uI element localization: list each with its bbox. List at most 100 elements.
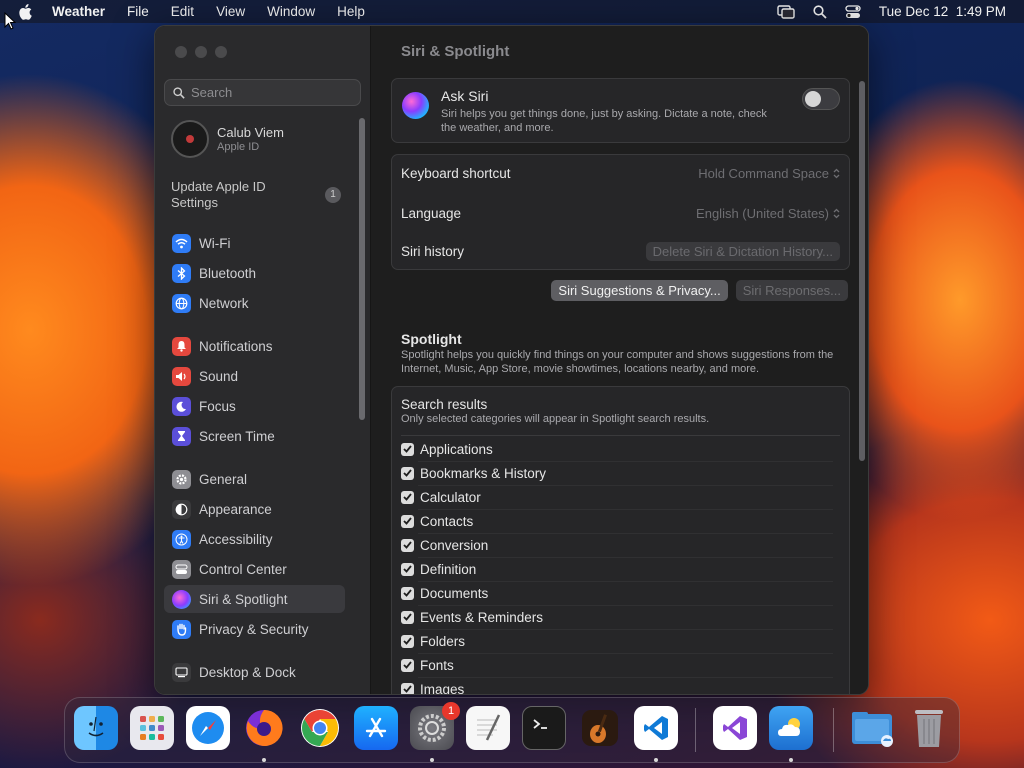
spotlight-category-checkbox[interactable]: Contacts bbox=[401, 511, 473, 531]
avatar bbox=[171, 120, 209, 158]
trash-icon[interactable] bbox=[907, 706, 951, 750]
control-center-menu-icon[interactable] bbox=[845, 4, 861, 19]
firefox-icon[interactable] bbox=[242, 706, 286, 750]
finder-icon[interactable] bbox=[74, 706, 118, 750]
delete-siri-history-button[interactable]: Delete Siri & Dictation History... bbox=[645, 241, 840, 261]
spotlight-category-checkbox[interactable]: Images bbox=[401, 679, 464, 694]
minimize-window-button[interactable] bbox=[195, 46, 207, 58]
spotlight-category-checkbox[interactable]: Bookmarks & History bbox=[401, 463, 546, 483]
checkbox-checkmark-icon[interactable] bbox=[401, 634, 414, 648]
menu-clock[interactable]: Tue Dec 12 1:49 PM bbox=[879, 4, 1006, 19]
sidebar-item-privacy-security[interactable]: Privacy & Security bbox=[164, 615, 345, 643]
checkbox-checkmark-icon[interactable] bbox=[401, 538, 414, 552]
network-icon bbox=[172, 293, 191, 313]
sidebar-search-field[interactable]: Search bbox=[164, 79, 361, 106]
spotlight-category-checkbox[interactable]: Fonts bbox=[401, 655, 454, 675]
close-window-button[interactable] bbox=[175, 46, 187, 58]
menu-view[interactable]: View bbox=[216, 4, 245, 19]
spotlight-search-icon[interactable] bbox=[813, 4, 827, 19]
launchpad-icon[interactable] bbox=[130, 706, 174, 750]
garageband-icon[interactable] bbox=[578, 706, 622, 750]
content-pane: Siri & Spotlight Ask Siri Siri helps you… bbox=[372, 26, 868, 694]
moon-icon bbox=[172, 396, 191, 416]
sidebar-item-general[interactable]: General bbox=[164, 465, 345, 493]
checkbox-checkmark-icon[interactable] bbox=[401, 562, 414, 576]
checkbox-checkmark-icon[interactable] bbox=[401, 610, 414, 624]
sidebar-item-sound[interactable]: Sound bbox=[164, 362, 345, 390]
keyboard-shortcut-label: Keyboard shortcut bbox=[401, 165, 511, 181]
keyboard-shortcut-select[interactable]: Hold Command Space bbox=[698, 166, 840, 181]
siri-responses-button[interactable]: Siri Responses... bbox=[735, 280, 848, 301]
terminal-icon[interactable] bbox=[522, 706, 566, 750]
sidebar-item-wifi[interactable]: Wi-Fi bbox=[164, 229, 345, 257]
sidebar-item-label: Accessibility bbox=[199, 531, 273, 547]
ask-siri-title: Ask Siri bbox=[441, 88, 489, 104]
sidebar-item-label: Privacy & Security bbox=[199, 621, 309, 637]
sidebar-item-network[interactable]: Network bbox=[164, 289, 345, 317]
checkbox-checkmark-icon[interactable] bbox=[401, 658, 414, 672]
system-settings-icon[interactable]: 1 bbox=[410, 702, 460, 750]
running-indicator bbox=[654, 758, 658, 762]
checkbox-checkmark-icon[interactable] bbox=[401, 490, 414, 504]
menu-edit[interactable]: Edit bbox=[171, 4, 194, 19]
menu-window[interactable]: Window bbox=[267, 4, 315, 19]
divider bbox=[418, 653, 833, 654]
apple-id-profile[interactable]: Calub Viem Apple ID bbox=[171, 120, 284, 158]
siri-suggestions-privacy-button[interactable]: Siri Suggestions & Privacy... bbox=[551, 280, 728, 301]
accessibility-icon bbox=[172, 529, 191, 549]
sidebar-item-label: Siri & Spotlight bbox=[199, 591, 288, 607]
sidebar-item-control-center[interactable]: Control Center bbox=[164, 555, 345, 583]
spotlight-category-label: Fonts bbox=[420, 657, 454, 673]
app-store-icon[interactable] bbox=[354, 706, 398, 750]
search-results-title: Search results bbox=[401, 397, 488, 412]
gear-icon bbox=[172, 469, 191, 489]
update-apple-id-item[interactable]: Update Apple ID Settings 1 bbox=[171, 179, 341, 211]
checkbox-checkmark-icon[interactable] bbox=[401, 682, 414, 694]
apple-menu-icon[interactable] bbox=[18, 3, 34, 20]
siri-icon bbox=[172, 589, 191, 609]
spotlight-category-label: Definition bbox=[420, 561, 477, 577]
content-scrollbar[interactable] bbox=[859, 81, 865, 461]
menu-help[interactable]: Help bbox=[337, 4, 365, 19]
sidebar-item-screen-time[interactable]: Screen Time bbox=[164, 422, 345, 450]
sidebar-item-siri-spotlight[interactable]: Siri & Spotlight bbox=[164, 585, 345, 613]
sidebar-item-accessibility[interactable]: Accessibility bbox=[164, 525, 345, 553]
chrome-icon[interactable] bbox=[298, 706, 342, 750]
sidebar-item-desktop-dock[interactable]: Desktop & Dock bbox=[164, 658, 345, 686]
screen-mirroring-icon[interactable] bbox=[777, 4, 795, 19]
sidebar-item-notifications[interactable]: Notifications bbox=[164, 332, 345, 360]
checkbox-checkmark-icon[interactable] bbox=[401, 466, 414, 480]
safari-icon[interactable] bbox=[186, 706, 230, 750]
weather-icon[interactable] bbox=[769, 706, 813, 750]
divider bbox=[418, 581, 833, 582]
vscode-icon[interactable] bbox=[634, 706, 678, 750]
language-select[interactable]: English (United States) bbox=[696, 206, 840, 221]
spotlight-category-checkbox[interactable]: Folders bbox=[401, 631, 465, 651]
checkbox-checkmark-icon[interactable] bbox=[401, 514, 414, 528]
sidebar-item-label: General bbox=[199, 471, 248, 487]
ask-siri-toggle[interactable] bbox=[802, 88, 840, 110]
menu-app-name[interactable]: Weather bbox=[52, 4, 105, 19]
textedit-icon[interactable] bbox=[466, 706, 510, 750]
mouse-pointer-icon bbox=[4, 11, 17, 35]
sidebar-item-focus[interactable]: Focus bbox=[164, 392, 345, 420]
notification-badge: 1 bbox=[442, 702, 460, 720]
spotlight-category-checkbox[interactable]: Conversion bbox=[401, 535, 488, 555]
ask-siri-description: Siri helps you get things done, just by … bbox=[441, 108, 767, 134]
running-indicator bbox=[262, 758, 266, 762]
spotlight-category-checkbox[interactable]: Calculator bbox=[401, 487, 481, 507]
spotlight-category-checkbox[interactable]: Definition bbox=[401, 559, 476, 579]
sidebar-item-appearance[interactable]: Appearance bbox=[164, 495, 345, 523]
checkbox-checkmark-icon[interactable] bbox=[401, 586, 414, 600]
checkbox-checkmark-icon[interactable] bbox=[401, 442, 414, 456]
visual-studio-icon[interactable] bbox=[713, 706, 757, 750]
zoom-window-button[interactable] bbox=[215, 46, 227, 58]
spotlight-category-checkbox[interactable]: Applications bbox=[401, 439, 493, 459]
menu-file[interactable]: File bbox=[127, 4, 149, 19]
spotlight-category-checkbox[interactable]: Documents bbox=[401, 583, 488, 603]
sidebar-item-label: Focus bbox=[199, 398, 236, 414]
sidebar-item-bluetooth[interactable]: Bluetooth bbox=[164, 259, 345, 287]
spotlight-category-checkbox[interactable]: Events & Reminders bbox=[401, 607, 543, 627]
sidebar-scrollbar[interactable] bbox=[359, 118, 365, 420]
downloads-folder-icon[interactable] bbox=[850, 706, 894, 750]
